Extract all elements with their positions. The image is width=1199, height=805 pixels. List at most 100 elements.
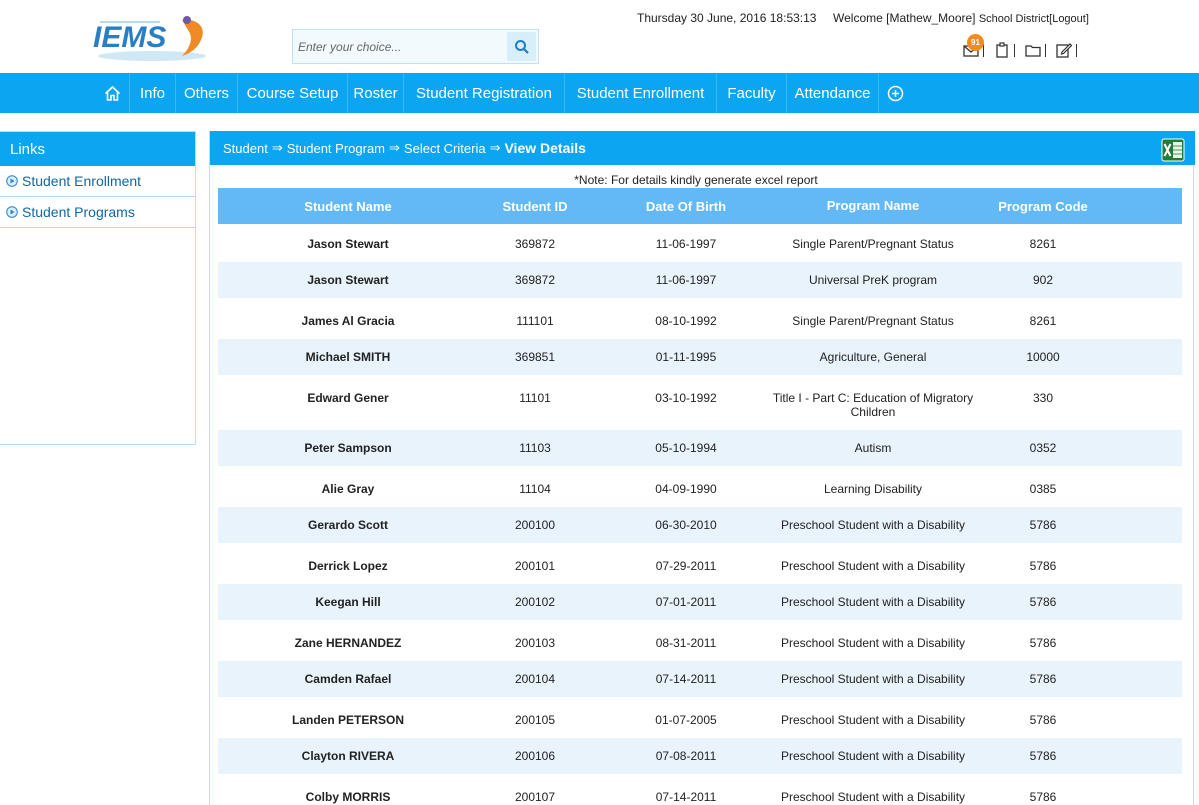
date-of-birth-cell: 07-29-2011 <box>655 559 717 573</box>
edit-icon <box>1056 43 1073 58</box>
table-header: Student Name Student ID Date Of Birth Pr… <box>218 188 1182 224</box>
program-code-cell: 5786 <box>1029 595 1057 609</box>
current-datetime: Thursday 30 June, 2016 18:53:13 <box>637 11 817 25</box>
program-name-cell: Preschool Student with a Disability <box>780 672 966 686</box>
app-header: IEMS Thursday 30 June, 2016 18:53:13 Wel… <box>0 0 1199 73</box>
breadcrumb-item-student[interactable]: Student <box>223 141 268 156</box>
date-of-birth-cell: 06-30-2010 <box>655 518 717 532</box>
iems-logo[interactable]: IEMS <box>90 12 210 64</box>
toolbar-divider <box>1014 43 1015 57</box>
folder-icon <box>1025 45 1041 57</box>
search-button[interactable] <box>507 32 536 61</box>
nav-faculty[interactable]: Faculty <box>717 73 787 113</box>
program-code-cell: 5786 <box>1029 518 1057 532</box>
nav-student-enrollment[interactable]: Student Enrollment <box>565 73 717 113</box>
nav-others[interactable]: Others <box>176 73 238 113</box>
table-row: Derrick Lopez 200101 07-29-2011 Preschool S… <box>218 548 1182 584</box>
date-of-birth-cell: 07-01-2011 <box>655 595 717 609</box>
student-id-cell: 369872 <box>514 273 556 287</box>
table-row: Landen PETERSON 200105 01-07-2005 Preschool… <box>218 702 1182 738</box>
program-name-cell: Universal PreK program <box>808 273 938 287</box>
nav-info[interactable]: Info <box>130 73 176 113</box>
student-name-cell: Gerardo Scott <box>307 518 388 532</box>
program-code-cell: 5786 <box>1029 559 1057 573</box>
toolbar-divider <box>1045 43 1046 57</box>
notification-badge: 91 <box>967 34 984 51</box>
column-header-program-name: Program Name <box>826 198 920 213</box>
program-code-cell: 8261 <box>1029 314 1057 328</box>
nav-attendance[interactable]: Attendance <box>787 73 879 113</box>
nav-home[interactable] <box>95 73 130 113</box>
student-name-cell: Michael SMITH <box>305 350 391 364</box>
program-name-cell: Preschool Student with a Disability <box>780 713 966 727</box>
clipboard-button[interactable] <box>994 42 1010 58</box>
excel-icon[interactable] <box>1161 138 1185 162</box>
program-code-cell: 5786 <box>1029 713 1057 727</box>
student-name-cell: Jason Stewart <box>307 273 389 287</box>
student-id-cell: 200103 <box>514 636 556 650</box>
student-id-cell: 111101 <box>516 314 554 328</box>
program-name-cell: Preschool Student with a Disability <box>780 636 966 650</box>
breadcrumb-item-select-criteria[interactable]: Select Criteria <box>404 141 486 156</box>
student-id-cell: 200107 <box>514 790 556 804</box>
table-row: Zane HERNANDEZ 200103 08-31-2011 Preschool … <box>218 625 1182 661</box>
mail-button[interactable]: 91 <box>963 34 984 58</box>
folder-button[interactable] <box>1025 42 1041 58</box>
date-of-birth-cell: 08-10-1992 <box>655 314 717 328</box>
sidebar-item-student-enrollment[interactable]: Student Enrollment <box>0 166 195 197</box>
student-id-cell: 11101 <box>519 391 551 405</box>
table-row: Clayton RIVERA 200106 07-08-2011 Preschool … <box>218 738 1182 774</box>
breadcrumb-separator: ⇒ <box>271 140 283 155</box>
links-sidebar: Links Student Enrollment Student Program… <box>0 131 196 445</box>
table-row: Jason Stewart 369872 11-06-1997 Single Pare… <box>218 226 1182 262</box>
nav-student-registration[interactable]: Student Registration <box>404 73 565 113</box>
date-of-birth-cell: 03-10-1992 <box>655 391 717 405</box>
program-code-cell: 902 <box>1032 273 1054 287</box>
program-name-cell: Single Parent/Pregnant Status <box>792 314 954 328</box>
sidebar-item-label: Student Programs <box>22 204 135 220</box>
nav-roster[interactable]: Roster <box>348 73 404 113</box>
column-header-date-of-birth: Date Of Birth <box>645 198 727 214</box>
student-id-cell: 369872 <box>514 237 556 251</box>
student-name-cell: Zane HERNANDEZ <box>294 636 402 650</box>
table-row: James Al Gracia 111101 08-10-1992 Single Pa… <box>218 303 1182 339</box>
search-input[interactable] <box>295 32 505 61</box>
logout-link[interactable]: [Logout] <box>1049 13 1089 25</box>
table-row: Jason Stewart 369872 11-06-1997 Universal P… <box>218 262 1182 298</box>
program-code-cell: 330 <box>1032 391 1054 405</box>
sidebar-title: Links <box>0 132 195 166</box>
date-of-birth-cell: 08-31-2011 <box>655 636 717 650</box>
student-name-cell: Derrick Lopez <box>308 559 388 573</box>
report-note: *Note: For details kindly generate excel… <box>574 173 818 187</box>
date-of-birth-cell: 07-14-2011 <box>655 790 717 804</box>
table-row: Keegan Hill 200102 07-01-2011 Preschool Stu… <box>218 584 1182 620</box>
program-code-cell: 0352 <box>1029 441 1057 455</box>
date-of-birth-cell: 04-09-1990 <box>655 482 717 496</box>
bullet-arrow-icon <box>6 175 18 187</box>
clipboard-icon <box>996 42 1008 58</box>
sidebar-item-student-programs[interactable]: Student Programs <box>0 197 195 228</box>
program-name-cell: Preschool Student with a Disability <box>780 559 966 573</box>
nav-more[interactable] <box>879 73 911 113</box>
student-name-cell: Landen PETERSON <box>291 713 404 727</box>
header-toolbar: 91 <box>963 34 1087 60</box>
program-name-cell: Preschool Student with a Disability <box>780 790 966 804</box>
program-code-cell: 10000 <box>1026 350 1060 364</box>
table-row: Gerardo Scott 200100 06-30-2010 Preschool S… <box>218 507 1182 543</box>
student-id-cell: 200105 <box>514 713 556 727</box>
edit-button[interactable] <box>1056 42 1073 58</box>
program-code-cell: 8261 <box>1029 237 1057 251</box>
search-box <box>292 29 539 64</box>
date-of-birth-cell: 01-11-1995 <box>655 350 717 364</box>
main-content: Student ⇒ Student Program ⇒ Select Crite… <box>209 131 1195 805</box>
column-header-program-code: Program Code <box>998 198 1088 214</box>
program-name-cell: Title I - Part C: Education of Migratory… <box>772 391 974 419</box>
breadcrumb-item-student-program[interactable]: Student Program <box>287 141 385 156</box>
program-code-cell: 5786 <box>1029 672 1057 686</box>
breadcrumb-current: View Details <box>504 140 586 156</box>
student-name-cell: Colby MORRIS <box>305 790 391 804</box>
date-of-birth-cell: 05-10-1994 <box>655 441 717 455</box>
date-of-birth-cell: 11-06-1997 <box>655 273 717 287</box>
nav-course-setup[interactable]: Course Setup <box>238 73 348 113</box>
district-label: School District <box>978 13 1050 25</box>
